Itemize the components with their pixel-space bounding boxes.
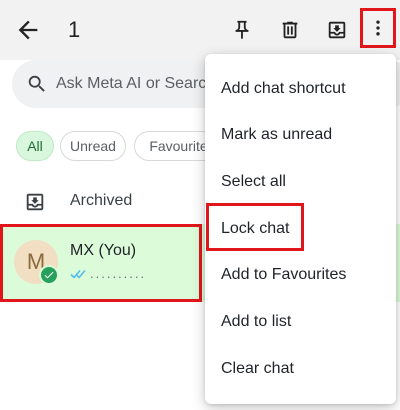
menu-item-add-to-list[interactable]: Add to list <box>221 313 291 331</box>
double-check-icon <box>70 269 86 279</box>
back-arrow-icon <box>18 20 38 40</box>
selection-app-bar: 1 <box>0 0 400 60</box>
chat-preview: .......... <box>70 266 146 281</box>
selected-check-icon <box>39 265 59 285</box>
chat-preview-text: .......... <box>90 266 147 281</box>
search-icon <box>28 75 45 92</box>
menu-item-select-all[interactable]: Select all <box>221 173 286 191</box>
pin-icon <box>235 20 249 40</box>
overflow-menu: Add chat shortcut Mark as unread Select … <box>205 54 396 404</box>
search-placeholder: Ask Meta AI or Search <box>56 75 216 92</box>
chip-all[interactable]: All <box>16 131 54 161</box>
menu-item-add-chat-shortcut[interactable]: Add chat shortcut <box>221 80 346 98</box>
more-vert-icon <box>376 20 380 36</box>
selected-count: 1 <box>68 17 81 42</box>
delete-icon <box>282 21 298 39</box>
menu-item-lock-chat[interactable]: Lock chat <box>221 220 289 238</box>
menu-item-mark-as-unread[interactable]: Mark as unread <box>221 126 332 144</box>
menu-item-clear-chat[interactable]: Clear chat <box>221 360 294 378</box>
menu-item-add-to-favourites[interactable]: Add to Favourites <box>221 266 346 284</box>
archive-icon <box>328 21 346 39</box>
archived-row[interactable]: Archived <box>0 182 210 222</box>
archive-box-icon <box>26 193 44 211</box>
pin-button[interactable] <box>228 16 256 44</box>
chip-unread[interactable]: Unread <box>60 131 126 161</box>
delete-button[interactable] <box>276 16 304 44</box>
back-button[interactable] <box>14 16 42 44</box>
chat-name: MX (You) <box>70 242 137 259</box>
archived-label: Archived <box>70 192 133 209</box>
archive-button[interactable] <box>323 16 351 44</box>
more-options-button[interactable] <box>360 8 396 48</box>
